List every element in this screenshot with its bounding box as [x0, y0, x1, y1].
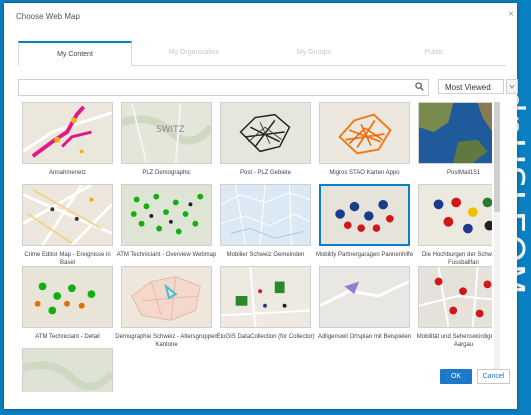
web-map-item[interactable]: Demographie Schweiz - Altersgruppen Kant… [115, 266, 218, 348]
web-map-item[interactable]: Migros STAO Karten Appo [319, 102, 410, 176]
web-map-item[interactable]: Crime Editor Map - Ereignisse in Basel [22, 184, 113, 266]
choose-web-map-dialog: Choose Web Map × My Content My Organizat… [4, 3, 518, 409]
map-thumbnail [121, 184, 212, 246]
web-map-item[interactable]: PostMail151 [418, 102, 492, 176]
web-map-item[interactable]: Post - PLZ Gebiete [220, 102, 311, 176]
map-thumbnail [121, 266, 212, 328]
tab-public[interactable]: Public [378, 41, 490, 65]
map-thumbnail [220, 266, 311, 328]
sort-dropdown-button[interactable] [506, 79, 518, 94]
map-thumbnail [22, 184, 113, 246]
web-map-item[interactable] [22, 348, 113, 392]
map-thumbnail [319, 266, 410, 328]
map-thumbnail [22, 266, 113, 328]
web-map-item[interactable]: Die Hochburgen der Schweizer Fussballfan [418, 184, 492, 266]
web-map-item[interactable]: Mobilität und Sehenswürdigkeiten - Aarga… [417, 266, 492, 348]
web-map-item[interactable]: ATM Techniciant - Overview Webmap [117, 184, 216, 258]
map-caption: Annahmenetz [48, 170, 87, 176]
map-thumbnail [319, 102, 410, 164]
map-caption: Migros STAO Karten Appo [329, 170, 400, 176]
map-caption: ATM Techniciant - Detail [35, 334, 100, 340]
map-caption: Mobilität und Sehenswürdigkeiten - Aarga… [416, 334, 492, 348]
chevron-down-icon [509, 84, 515, 89]
map-caption: Adligenswil Ortsplan mit Beispielen [317, 334, 412, 340]
tab-bar: My Content My Organization My Groups Pub… [18, 41, 506, 66]
tab-my-organization[interactable]: My Organization [138, 41, 250, 65]
cancel-button[interactable]: Cancel [477, 369, 510, 384]
web-map-item[interactable]: Annahmenetz [22, 102, 113, 176]
scrollbar[interactable] [494, 102, 500, 372]
web-map-grid: Annahmenetz SWITZ PLZ Demographic Post -… [22, 102, 492, 392]
map-thumbnail [418, 184, 492, 246]
map-thumbnail [418, 102, 492, 164]
map-caption: Die Hochburgen der Schweizer Fussballfan [421, 252, 492, 266]
map-thumbnail [22, 102, 113, 164]
map-thumbnail [319, 184, 410, 246]
search-icon[interactable] [415, 82, 424, 91]
map-thumbnail: SWITZ [121, 102, 212, 164]
web-map-item[interactable]: EtoGIS DataCollection (for Collector) [216, 266, 315, 340]
dialog-title: Choose Web Map [16, 12, 80, 21]
map-caption: PostMail151 [446, 170, 481, 176]
map-thumbnail [418, 266, 492, 328]
map-caption: Post - PLZ Gebiete [239, 170, 292, 176]
map-thumbnail [220, 184, 311, 246]
tab-my-content[interactable]: My Content [18, 41, 132, 66]
map-caption: PLZ Demographic [142, 170, 191, 176]
sort-select[interactable]: Most Viewed [438, 79, 504, 94]
map-thumbnail [22, 348, 113, 392]
map-thumbnail [220, 102, 311, 164]
web-map-item[interactable]: Adligenswil Ortsplan mit Beispielen [318, 266, 411, 340]
map-caption: ATM Techniciant - Overview Webmap [116, 252, 217, 258]
web-map-item-selected[interactable]: Mobility Partnergaragen Pannenhilfe [316, 184, 413, 258]
web-map-item[interactable]: ATM Techniciant - Detail [22, 266, 113, 340]
scrollbar-thumb[interactable] [494, 102, 500, 212]
svg-text:SWITZ: SWITZ [156, 125, 184, 135]
map-caption: Demographie Schweiz - Altersgruppen Kant… [115, 334, 218, 348]
web-map-item[interactable]: SWITZ PLZ Demographic [121, 102, 212, 176]
map-caption: Mobility Partnergaragen Pannenhilfe [315, 252, 414, 258]
ok-button[interactable]: OK [440, 369, 472, 384]
map-caption: Mobilier Schweiz Gemeinden [226, 252, 305, 258]
map-caption: EtoGIS DataCollection (for Collector) [216, 334, 315, 340]
map-caption: Crime Editor Map - Ereignisse in Basel [24, 252, 111, 266]
tab-my-groups[interactable]: My Groups [258, 41, 370, 65]
web-map-item[interactable]: Mobilier Schweiz Gemeinden [220, 184, 311, 258]
close-icon[interactable]: × [508, 9, 514, 20]
search-input[interactable] [18, 79, 429, 96]
